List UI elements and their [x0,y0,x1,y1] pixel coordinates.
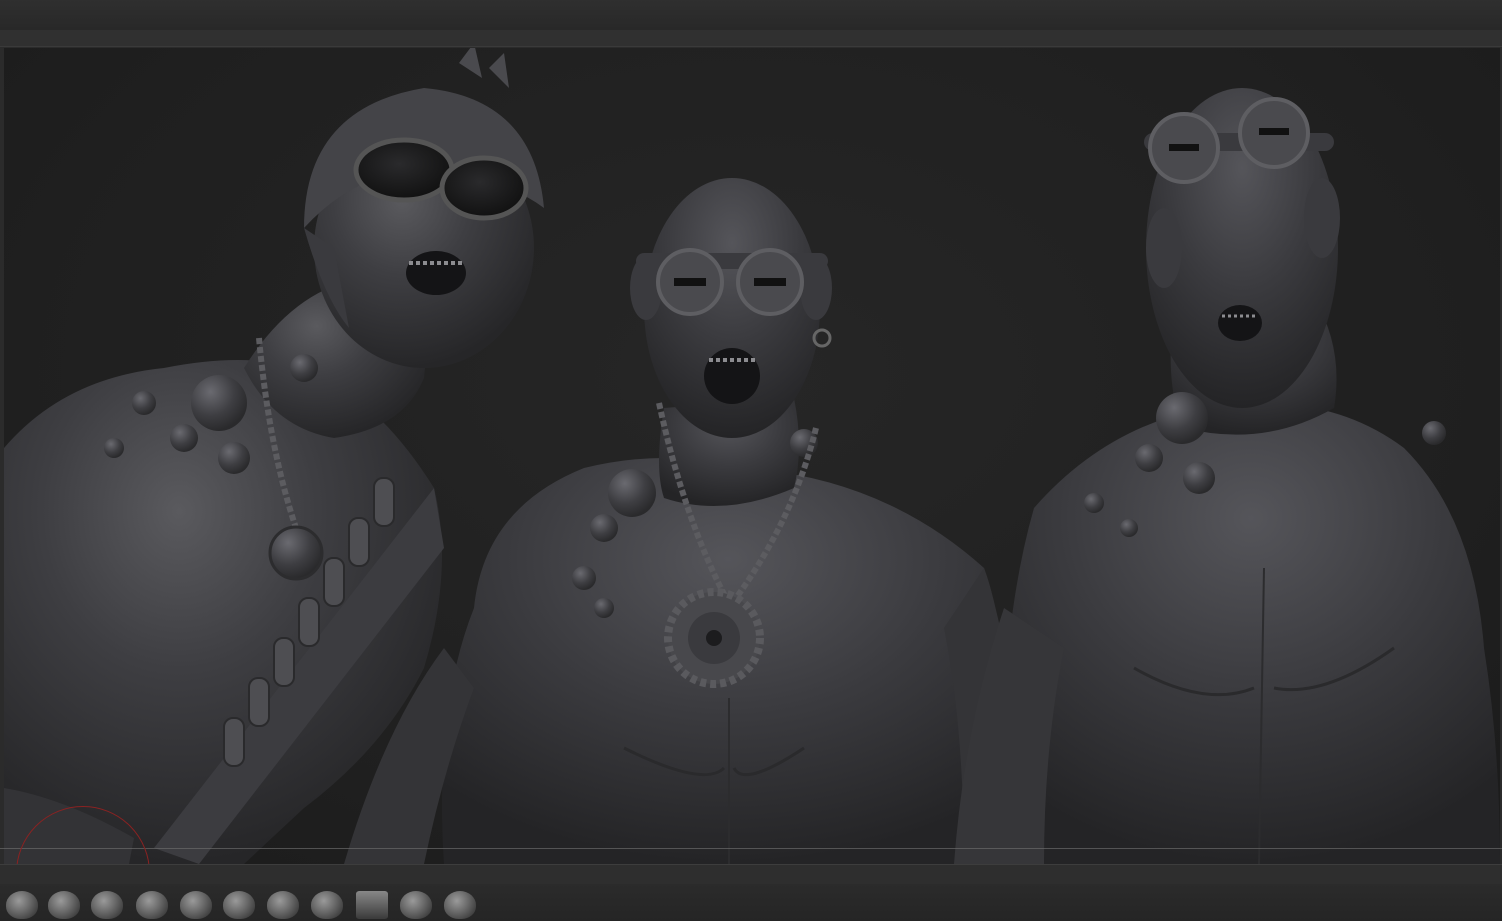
bottom-status-strip [0,864,1502,885]
inflate-brush-icon[interactable] [136,891,168,919]
sculpt-render [4,48,1500,864]
smooth-brush-icon[interactable] [180,891,212,919]
3d-viewport[interactable] [4,48,1500,864]
trim-brush-icon[interactable] [356,891,388,919]
right-figure [954,88,1500,864]
flatten-brush-icon[interactable] [311,891,343,919]
clay-brush-icon[interactable] [48,891,80,919]
move-brush-icon[interactable] [91,891,123,919]
timeline-divider [0,848,1502,849]
brush-shelf [0,884,1502,921]
polish-brush-icon[interactable] [400,891,432,919]
sub-toolbar [0,30,1502,47]
sculpt-app-window [0,0,1502,921]
standard-brush-icon[interactable] [6,891,38,919]
pinch-brush-icon[interactable] [223,891,255,919]
snakehook-brush-icon[interactable] [444,891,476,919]
dam-standard-brush-icon[interactable] [267,891,299,919]
top-toolbar [0,0,1502,31]
